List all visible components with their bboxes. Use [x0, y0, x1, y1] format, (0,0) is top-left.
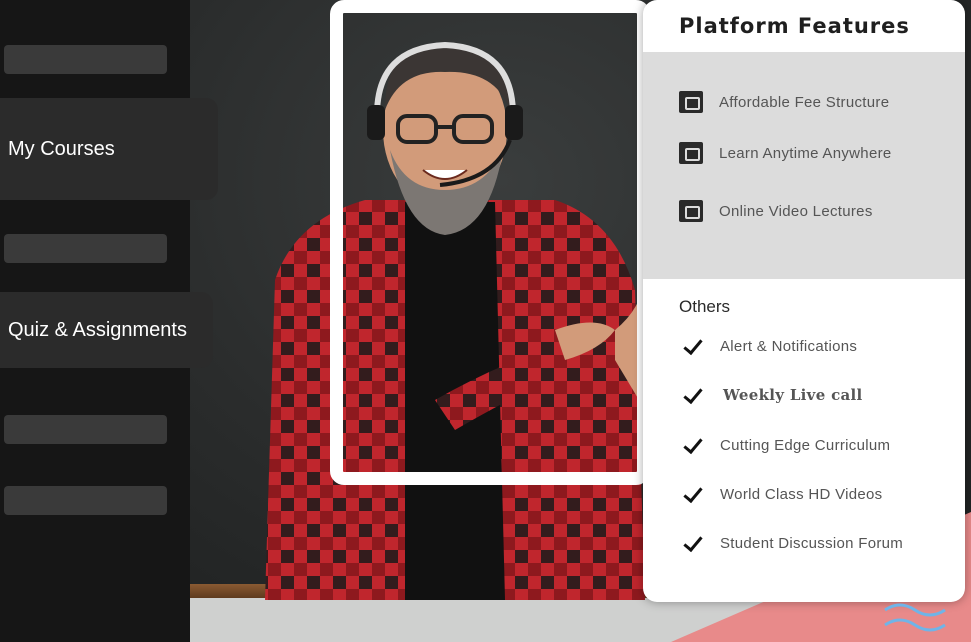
wave-decoration [884, 603, 946, 632]
sidebar-placeholder-bar [4, 415, 167, 444]
sidebar-placeholder-bar [4, 45, 167, 74]
others-title: Others [679, 297, 731, 316]
other-item: Student Discussion Forum [681, 532, 903, 554]
feature-label: Affordable Fee Structure [719, 93, 890, 111]
feature-label: Learn Anytime Anywhere [719, 144, 892, 162]
other-label: Weekly Live call [723, 386, 863, 404]
sidebar-placeholder-bar [4, 234, 167, 263]
check-icon [681, 384, 703, 406]
other-item: Cutting Edge Curriculum [681, 434, 890, 456]
video-icon [679, 200, 703, 222]
feature-item: Learn Anytime Anywhere [679, 142, 892, 164]
other-label: Alert & Notifications [720, 337, 858, 355]
feature-item: Affordable Fee Structure [679, 91, 889, 113]
sidebar-item-label: Quiz & Assignments [8, 318, 187, 341]
feature-item: Online Video Lectures [679, 200, 873, 222]
feature-label: Online Video Lectures [719, 202, 873, 220]
check-icon [681, 335, 703, 357]
platform-features-panel: Platform Features Affordable Fee Structu… [643, 0, 965, 602]
other-item: Weekly Live call [681, 384, 863, 406]
features-box [643, 52, 965, 279]
calendar-icon [679, 142, 703, 164]
sidebar-placeholder-bar [4, 486, 167, 515]
sidebar-item-my-courses[interactable]: My Courses [0, 98, 218, 200]
sidebar: My Courses Quiz & Assignments [0, 0, 218, 642]
other-label: Cutting Edge Curriculum [720, 436, 891, 454]
other-item: World Class HD Videos [681, 483, 882, 505]
other-item: Alert & Notifications [681, 335, 857, 357]
sidebar-item-label: My Courses [8, 137, 115, 160]
check-icon [681, 532, 703, 554]
fee-icon [679, 91, 703, 113]
other-label: Student Discussion Forum [720, 534, 904, 552]
other-label: World Class HD Videos [720, 485, 883, 503]
check-icon [681, 434, 703, 456]
instructor-image [265, 41, 645, 600]
panel-title: Platform Features [679, 14, 910, 38]
check-icon [681, 483, 703, 505]
sidebar-item-quiz-assignments[interactable]: Quiz & Assignments [0, 292, 213, 368]
